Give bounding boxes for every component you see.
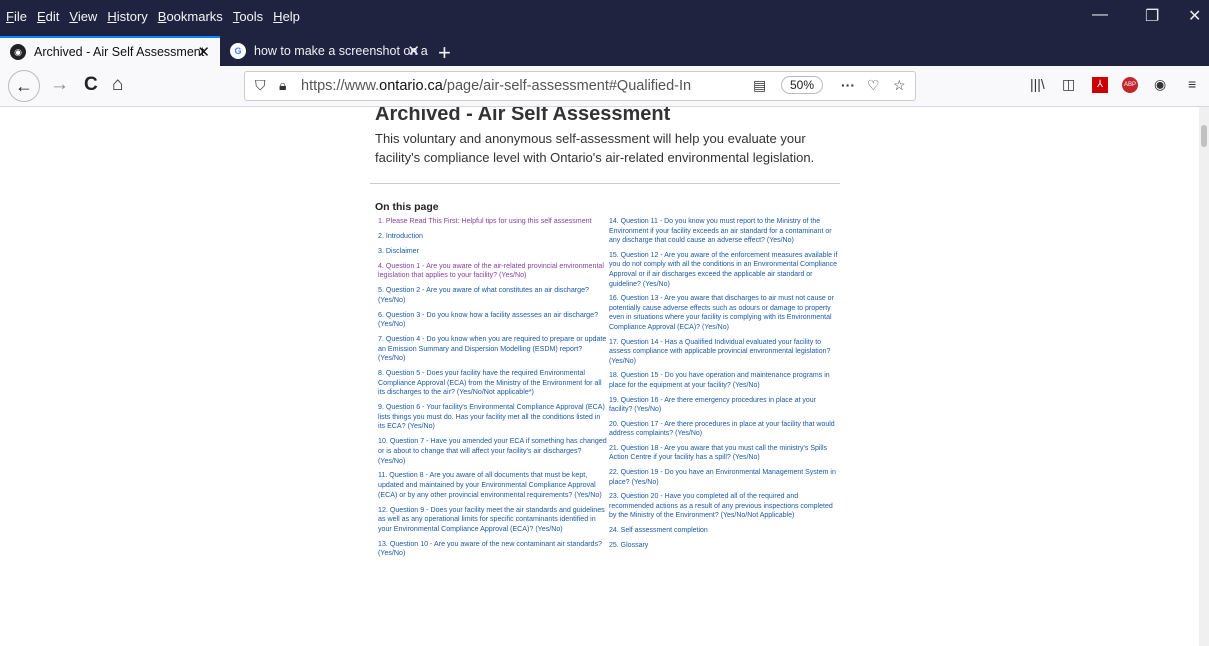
toc-right-column: 14. Question 11 - Do you know you must r…: [609, 217, 839, 555]
tab-air-self-assessment[interactable]: ◉ Archived - Air Self Assessment ✕: [0, 36, 220, 66]
toc-link[interactable]: 6. Question 3 - Do you know how a facili…: [378, 311, 608, 330]
toc-link[interactable]: 2. Introduction: [378, 232, 608, 242]
vertical-scrollbar[interactable]: [1199, 107, 1209, 646]
page-title: Archived - Air Self Assessment: [375, 107, 671, 125]
page-actions-button[interactable]: ···: [841, 77, 855, 93]
toc-link[interactable]: 15. Question 12 - Are you aware of the e…: [609, 251, 839, 289]
reader-view-icon[interactable]: ▤: [753, 77, 766, 94]
new-tab-button[interactable]: +: [438, 40, 451, 66]
page-content: Archived - Air Self Assessment This volu…: [0, 107, 1199, 646]
toc-link[interactable]: 10. Question 7 - Have you amended your E…: [378, 437, 608, 466]
zoom-level-button[interactable]: 50%: [781, 76, 824, 94]
toc-link[interactable]: 19. Question 16 - Are there emergency pr…: [609, 396, 839, 415]
pocket-icon[interactable]: ♡: [867, 77, 880, 94]
toc-link[interactable]: 1. Please Read This First: Helpful tips …: [378, 217, 608, 227]
page-intro: This voluntary and anonymous self-assess…: [375, 131, 815, 165]
forward-button[interactable]: →: [50, 74, 69, 96]
menu-edit[interactable]: Edit: [37, 9, 59, 24]
account-icon[interactable]: ◉: [1154, 76, 1166, 93]
pdf-extension-icon[interactable]: ⅄: [1092, 77, 1108, 93]
toc-link[interactable]: 8. Question 5 - Does your facility have …: [378, 369, 608, 398]
toc-left-column: 1. Please Read This First: Helpful tips …: [378, 217, 608, 564]
google-icon: G: [230, 43, 246, 59]
menu-bar: File Edit View History Bookmarks Tools H…: [6, 9, 310, 24]
toc-link[interactable]: 11. Question 8 - Are you aware of all do…: [378, 471, 608, 500]
library-icon[interactable]: |||\: [1030, 76, 1045, 92]
close-tab-icon[interactable]: ✕: [197, 43, 210, 61]
divider: [370, 183, 840, 184]
toc-link[interactable]: 24. Self assessment completion: [609, 526, 839, 536]
reload-button[interactable]: C: [84, 74, 98, 96]
tab-title: Archived - Air Self Assessment: [34, 45, 205, 59]
toc-link[interactable]: 18. Question 15 - Do you have operation …: [609, 371, 839, 390]
shield-icon[interactable]: ⛉: [255, 77, 266, 94]
toc-link[interactable]: 5. Question 2 - Are you aware of what co…: [378, 286, 608, 305]
toc-link[interactable]: 20. Question 17 - Are there procedures i…: [609, 420, 839, 439]
lock-icon[interactable]: 🔒︎: [279, 77, 286, 94]
title-bar: File Edit View History Bookmarks Tools H…: [0, 0, 1209, 36]
adblock-plus-icon[interactable]: ABP: [1122, 77, 1138, 93]
address-bar[interactable]: ⛉ 🔒︎ https://www.ontario.ca/page/air-sel…: [244, 71, 916, 101]
menu-history[interactable]: History: [107, 9, 147, 24]
toc-link[interactable]: 7. Question 4 - Do you know when you are…: [378, 335, 608, 364]
tab-strip: ◉ Archived - Air Self Assessment ✕ G how…: [0, 36, 1209, 66]
minimize-button[interactable]: —: [1092, 6, 1108, 24]
toc-link[interactable]: 14. Question 11 - Do you know you must r…: [609, 217, 839, 246]
tab-google-search[interactable]: G how to make a screenshot on a ✕: [220, 36, 430, 66]
url-text[interactable]: https://www.ontario.ca/page/air-self-ass…: [301, 78, 691, 94]
menu-tools[interactable]: Tools: [233, 9, 263, 24]
toc-link[interactable]: 21. Question 18 - Are you aware that you…: [609, 444, 839, 463]
scrollbar-thumb[interactable]: [1201, 125, 1207, 147]
toc-link[interactable]: 3. Disclaimer: [378, 247, 608, 257]
menu-help[interactable]: Help: [273, 9, 300, 24]
close-tab-icon[interactable]: ✕: [407, 42, 420, 60]
hamburger-menu-icon[interactable]: ≡: [1188, 76, 1196, 92]
menu-view[interactable]: View: [69, 9, 97, 24]
toc-link[interactable]: 25. Glossary: [609, 541, 839, 551]
toc-link[interactable]: 9. Question 6 - Your facility's Environm…: [378, 403, 608, 432]
toc-link[interactable]: 12. Question 9 - Does your facility meet…: [378, 506, 608, 535]
toc-link[interactable]: 22. Question 19 - Do you have an Environ…: [609, 468, 839, 487]
toc-link[interactable]: 17. Question 14 - Has a Qualified Indivi…: [609, 338, 839, 367]
close-window-button[interactable]: ✕: [1188, 6, 1201, 26]
home-button[interactable]: ⌂: [112, 74, 123, 96]
restore-button[interactable]: ❐: [1145, 6, 1159, 26]
toc-link[interactable]: 13. Question 10 - Are you aware of the n…: [378, 540, 608, 559]
tab-title: how to make a screenshot on a: [254, 44, 428, 58]
navigation-toolbar: ← → C ⌂ ⛉ 🔒︎ https://www.ontario.ca/page…: [0, 66, 1209, 107]
menu-bookmarks[interactable]: Bookmarks: [158, 9, 223, 24]
toc-link[interactable]: 16. Question 13 - Are you aware that dis…: [609, 294, 839, 332]
back-button[interactable]: ←: [8, 70, 40, 102]
on-this-page-heading: On this page: [375, 201, 439, 213]
bookmark-star-icon[interactable]: ☆: [893, 77, 906, 94]
menu-file[interactable]: File: [6, 9, 27, 24]
sidebar-icon[interactable]: ◫: [1062, 76, 1075, 93]
mask-icon: ◉: [10, 44, 26, 60]
toc-link[interactable]: 4. Question 1 - Are you aware of the air…: [378, 262, 608, 281]
toc-link[interactable]: 23. Question 20 - Have you completed all…: [609, 492, 839, 521]
